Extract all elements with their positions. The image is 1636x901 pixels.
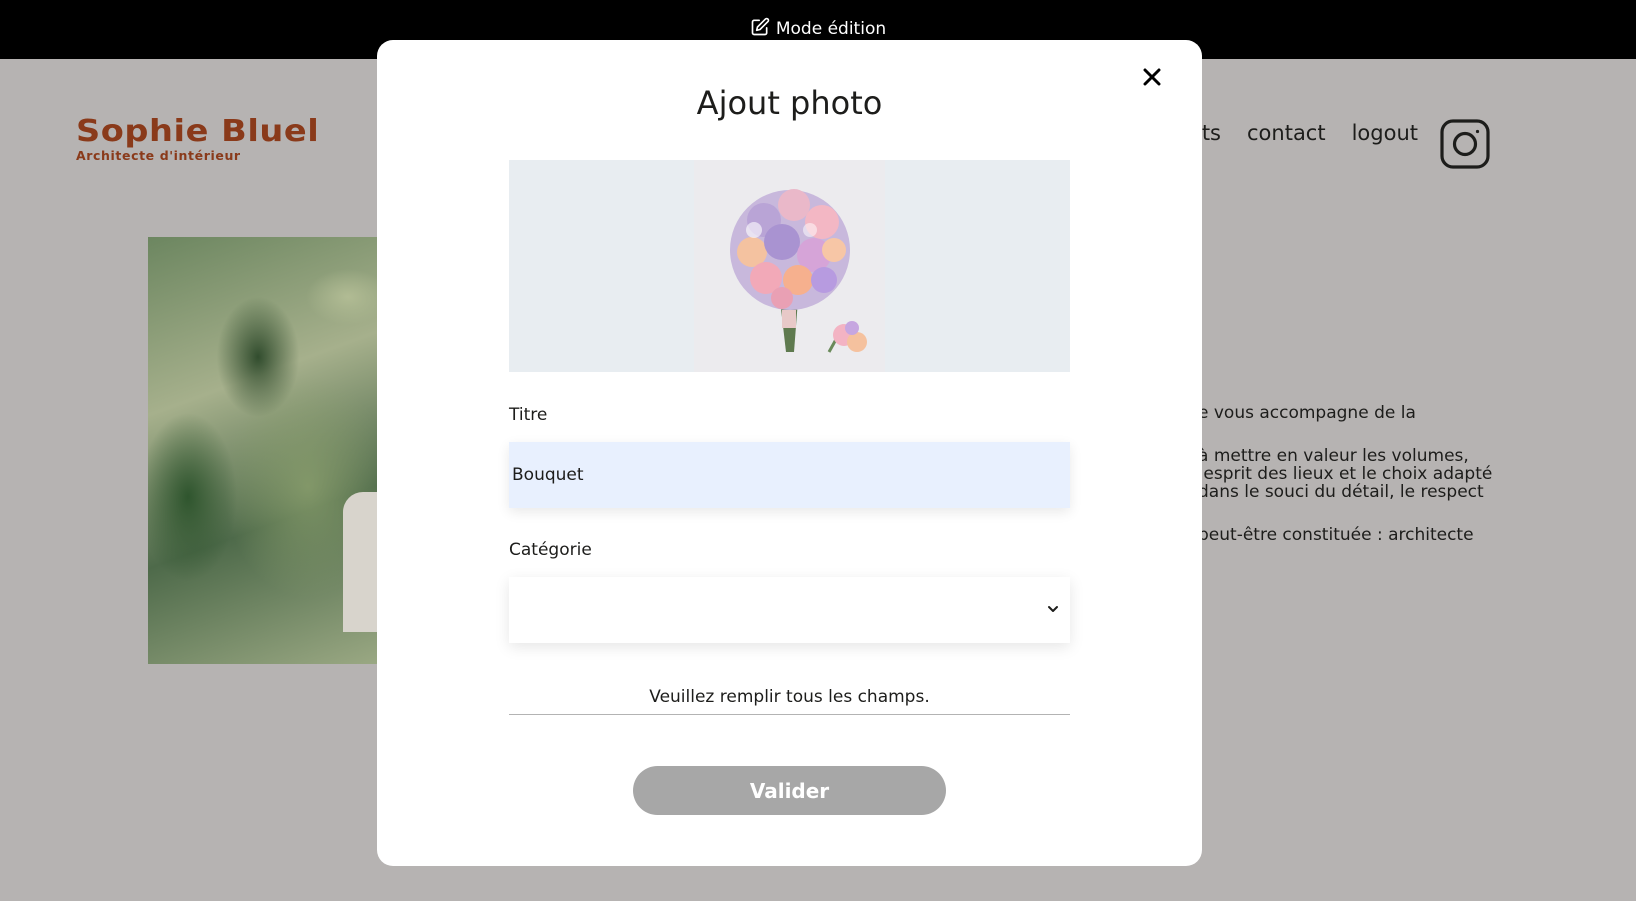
modal-title: Ajout photo [696,84,883,122]
logo-title: Sophie Bluel [76,114,320,149]
nav-item-logout[interactable]: logout [1352,121,1418,145]
category-select[interactable] [509,577,1070,643]
category-label: Catégorie [509,540,592,560]
main-nav: ts contact logout [1202,121,1418,145]
title-input[interactable] [509,442,1070,508]
architect-photo [148,237,383,664]
intro-paragraph: à mettre en valeur les volumes, ’esprit … [1198,446,1493,502]
photo-preview[interactable] [509,160,1070,372]
add-photo-modal: Ajout photo Titre Bouquet Catégorie Veui… [377,40,1202,866]
bouquet-photo [694,160,885,372]
nav-item-projects[interactable]: ts [1202,121,1221,145]
intro-paragraph: peut-être constituée : architecte [1198,525,1474,545]
divider [509,714,1070,715]
instagram-icon[interactable] [1440,119,1490,169]
logo[interactable]: Sophie Bluel Architecte d'intérieur [76,117,319,164]
chevron-down-icon [1046,601,1060,620]
intro-paragraph: e vous accompagne de la [1198,403,1416,423]
submit-button[interactable]: Valider [633,766,946,815]
edit-icon [750,17,770,41]
edit-mode-label: Mode édition [775,18,887,39]
title-label: Titre [509,405,548,425]
logo-subtitle: Architecte d'intérieur [76,148,241,163]
nav-item-contact[interactable]: contact [1247,121,1326,145]
error-message: Veuillez remplir tous les champs. [649,687,930,707]
intro-text: e vous accompagne de la à mettre en vale… [1198,404,1518,569]
